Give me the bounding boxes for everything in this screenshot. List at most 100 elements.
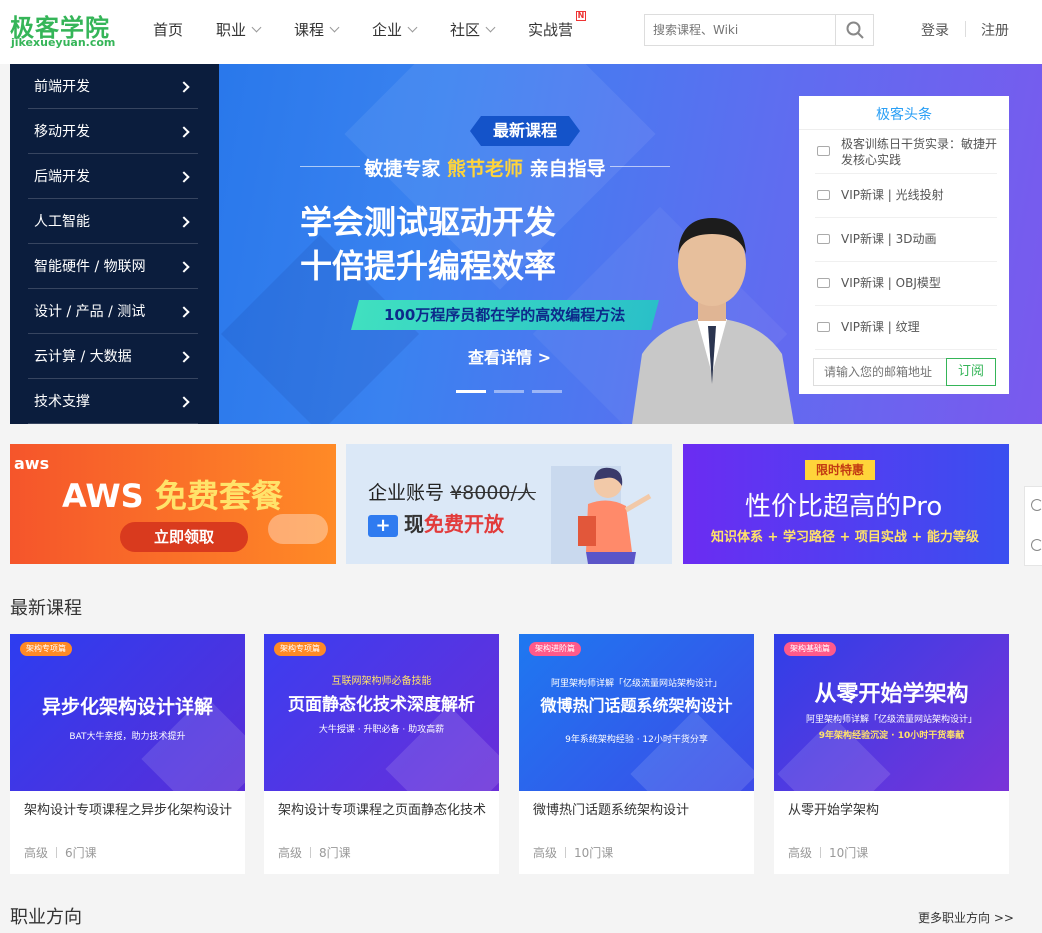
- course-name: 从零开始学架构: [788, 803, 880, 818]
- carousel-dot[interactable]: [494, 390, 524, 393]
- feedback-icon[interactable]: [1031, 539, 1042, 551]
- course-badge: 架构基础篇: [784, 642, 836, 656]
- chevron-right-icon: [178, 126, 190, 138]
- chevron-right-icon: [178, 261, 190, 273]
- cover-subtitle: 大牛授课 · 升职必备 · 助攻高薪: [318, 725, 445, 735]
- enterprise-promo-line2: + 现免费开放: [368, 508, 504, 537]
- enterprise-promo-banner[interactable]: 企业账号 ¥8000/人 + 现免费开放: [346, 444, 672, 564]
- nav-enterprise[interactable]: 企业: [372, 19, 418, 39]
- hero-subtitle-text: 亲自指导: [529, 158, 606, 180]
- news-item[interactable]: 极客训练日干货实录：敏捷开发核心实践: [815, 130, 997, 174]
- category-label: 前端开发: [34, 79, 90, 95]
- category-label: 设计 / 产品 / 测试: [34, 304, 146, 320]
- new-badge: N: [576, 11, 586, 21]
- decor-shape: [385, 705, 499, 791]
- nav-label: 社区: [450, 21, 481, 39]
- phone-icon[interactable]: [1031, 499, 1042, 511]
- video-icon: [817, 190, 830, 200]
- category-item[interactable]: 前端开发: [28, 64, 198, 109]
- video-icon: [817, 322, 830, 332]
- category-item[interactable]: 技术支撑: [28, 379, 198, 424]
- nav-label: 首页: [153, 21, 184, 39]
- course-lesson-count: 10门课: [574, 846, 614, 860]
- nav-community[interactable]: 社区: [450, 19, 496, 39]
- register-link[interactable]: 注册: [981, 20, 1009, 40]
- aws-promo-title: AWS 免费套餐: [62, 471, 283, 517]
- subscribe-button[interactable]: 订阅: [946, 358, 996, 386]
- section-title-career: 职业方向: [10, 907, 82, 928]
- news-item-text: VIP新课 | 光线投射: [841, 188, 944, 202]
- hero-subtitle-highlight: 熊节老师: [446, 158, 523, 180]
- category-item[interactable]: 智能硬件 / 物联网: [28, 244, 198, 289]
- course-card[interactable]: 架构专项篇 异步化架构设计详解 BAT大牛亲授，助力技术提升 架构设计专项课程之…: [10, 634, 245, 874]
- old-price: ¥8000/人: [450, 482, 536, 504]
- category-item[interactable]: 移动开发: [28, 109, 198, 154]
- category-item[interactable]: 设计 / 产品 / 测试: [28, 289, 198, 334]
- view-details-link[interactable]: 查看详情 >: [468, 344, 551, 368]
- aws-promo-title-highlight: 免费套餐: [154, 477, 283, 515]
- news-item[interactable]: VIP新课 | 3D动画: [815, 218, 997, 262]
- chevron-down-icon: [407, 22, 418, 33]
- course-badge: 架构专项篇: [274, 642, 326, 656]
- site-logo[interactable]: 极客学院 jikexueyuan.com: [10, 8, 120, 54]
- nav-bootcamp[interactable]: 实战营: [528, 19, 573, 39]
- chevron-right-icon: [178, 351, 190, 363]
- category-item[interactable]: 后端开发: [28, 154, 198, 199]
- course-meta: 高级 8门课: [278, 844, 351, 861]
- news-item-text: VIP新课 | OBJ模型: [841, 276, 941, 290]
- aws-logo: aws: [14, 454, 50, 473]
- hero-subtitle: 敏捷专家 熊节老师 亲自指导: [300, 154, 670, 181]
- course-lesson-count: 10门课: [829, 846, 869, 860]
- course-card[interactable]: 架构专项篇 互联网架构师必备技能 页面静态化技术深度解析 大牛授课 · 升职必备…: [264, 634, 499, 874]
- category-label: 移动开发: [34, 124, 90, 140]
- aws-promo-banner[interactable]: aws AWS 免费套餐 立即领取: [10, 444, 336, 564]
- cover-subtitle: 9年系统架构经验 · 12小时干货分享: [565, 735, 708, 745]
- course-card[interactable]: 架构基础篇 从零开始学架构 阿里架构师详解「亿级流量网站架构设计」 9年架构经验…: [774, 634, 1009, 874]
- hero-strip-text: 100万程序员都在学的高效编程方法: [384, 306, 626, 324]
- plus-icon: +: [368, 515, 398, 537]
- hero-subtitle-text: 敏捷专家: [364, 158, 441, 180]
- login-link[interactable]: 登录: [921, 20, 949, 40]
- course-badge: 架构专项篇: [20, 642, 72, 656]
- hero-strip: 100万程序员都在学的高效编程方法: [350, 300, 660, 330]
- enterprise-promo-highlight: 免费开放: [424, 512, 504, 536]
- divider: [965, 21, 966, 37]
- pro-promo-subtitle: 知识体系 + 学习路径 + 项目实战 + 能力等级: [711, 530, 979, 545]
- claim-now-button[interactable]: 立即领取: [120, 522, 248, 552]
- chevron-down-icon: [251, 22, 262, 33]
- illustration-person: [551, 466, 652, 564]
- carousel-dot[interactable]: [532, 390, 562, 393]
- course-meta: 高级 6门课: [24, 844, 97, 861]
- pro-promo-banner[interactable]: 限时特惠 性价比超高的Pro 知识体系 + 学习路径 + 项目实战 + 能力等级: [683, 444, 1009, 564]
- news-item[interactable]: VIP新课 | OBJ模型: [815, 262, 997, 306]
- news-item[interactable]: VIP新课 | 光线投射: [815, 174, 997, 218]
- enterprise-promo-line1: 企业账号 ¥8000/人: [368, 478, 536, 505]
- nav-courses[interactable]: 课程: [294, 19, 340, 39]
- course-cover: 架构专项篇 异步化架构设计详解 BAT大牛亲授，助力技术提升: [10, 634, 245, 791]
- category-item[interactable]: 云计算 / 大数据: [28, 334, 198, 379]
- news-item[interactable]: VIP新课 | 纹理: [815, 306, 997, 350]
- news-panel: 极客头条 极客训练日干货实录：敏捷开发核心实践 VIP新课 | 光线投射 VIP…: [799, 96, 1009, 394]
- chevron-right-icon: [178, 171, 190, 183]
- course-level: 高级: [278, 846, 303, 860]
- course-name: 架构设计专项课程之页面静态化技术: [278, 803, 487, 818]
- course-card[interactable]: 架构进阶篇 阿里架构师详解「亿级流量网站架构设计」 微博热门话题系统架构设计 9…: [519, 634, 754, 874]
- cover-title: 从零开始学架构: [814, 682, 969, 707]
- course-lesson-count: 8门课: [319, 846, 351, 860]
- email-field[interactable]: [813, 358, 947, 386]
- news-item-text: 极客训练日干货实录：敏捷开发核心实践: [841, 137, 998, 167]
- search-button[interactable]: [835, 15, 873, 45]
- chevron-down-icon: [485, 22, 496, 33]
- course-name: 架构设计专项课程之异步化架构设计: [24, 803, 233, 818]
- nav-home[interactable]: 首页: [153, 19, 183, 39]
- search-input[interactable]: [645, 15, 835, 45]
- chevron-right-icon: [178, 216, 190, 228]
- carousel-dot[interactable]: [456, 390, 486, 393]
- aws-promo-title-text: AWS: [62, 477, 144, 515]
- hero-banner[interactable]: 最新课程 敏捷专家 熊节老师 亲自指导 学会测试驱动开发 十倍提升编程效率 10…: [10, 64, 1042, 424]
- nav-career[interactable]: 职业: [216, 19, 262, 39]
- more-careers-link[interactable]: 更多职业方向 >>: [918, 909, 1014, 926]
- course-cover: 架构专项篇 互联网架构师必备技能 页面静态化技术深度解析 大牛授课 · 升职必备…: [264, 634, 499, 791]
- category-item[interactable]: 人工智能: [28, 199, 198, 244]
- category-label: 人工智能: [34, 214, 90, 230]
